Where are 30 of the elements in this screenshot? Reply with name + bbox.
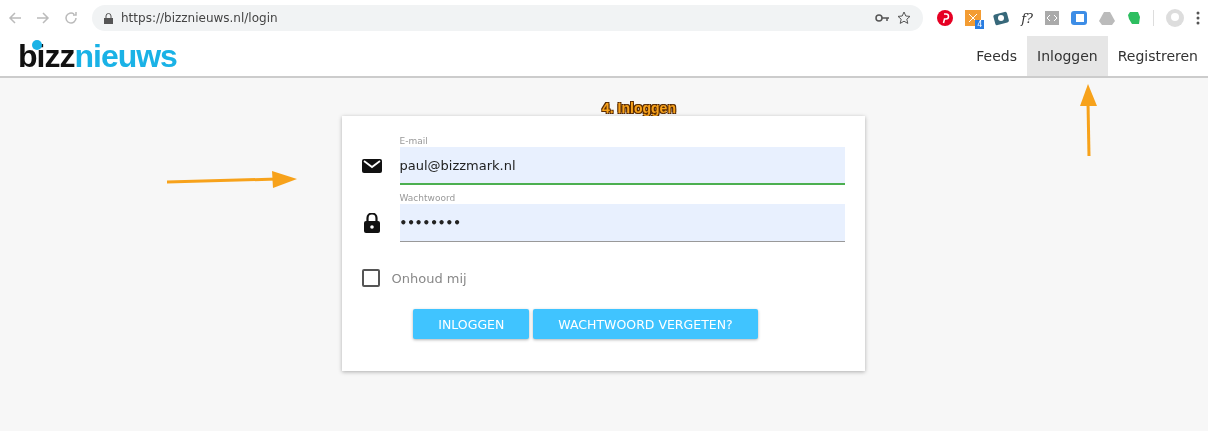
url-text: https://bizznieuws.nl/login <box>121 11 278 25</box>
mail-icon <box>361 159 382 173</box>
address-bar[interactable]: https://bizznieuws.nl/login <box>92 5 924 31</box>
panel-icon[interactable] <box>1071 11 1087 25</box>
annotation-arrow <box>1079 84 1099 156</box>
pin-icon[interactable] <box>937 10 954 26</box>
code-icon[interactable] <box>1045 11 1059 25</box>
badge-count: 4 <box>975 20 985 29</box>
reload-icon[interactable] <box>64 11 78 25</box>
nav-link[interactable]: Registreren <box>1107 36 1208 76</box>
key-icon[interactable] <box>875 13 890 23</box>
forward-icon[interactable] <box>36 11 50 25</box>
lock-icon <box>104 12 113 24</box>
lock-icon <box>363 213 380 233</box>
field-label: E-mail <box>399 136 429 147</box>
password-field[interactable]: •••••••• <box>399 204 845 242</box>
camera-icon[interactable] <box>993 10 1010 26</box>
email-field[interactable]: paul@bizzmark.nl <box>399 147 845 185</box>
extension-icon[interactable]: 4 <box>965 10 982 26</box>
nav-link[interactable]: Inloggen <box>1027 36 1108 76</box>
field-label: Wachtwoord <box>399 193 457 204</box>
extension-label[interactable]: f? <box>1021 10 1033 26</box>
site-logo[interactable]: bizznieuws <box>18 40 177 72</box>
annotation-label: 4. Inloggen <box>602 100 676 116</box>
star-icon[interactable] <box>897 11 912 25</box>
nav-link[interactable]: Feeds <box>966 36 1027 76</box>
checkbox[interactable] <box>361 269 380 287</box>
checkbox-label: Onhoud mij <box>391 270 467 286</box>
back-icon[interactable] <box>8 11 22 25</box>
menu-icon[interactable] <box>1196 11 1200 25</box>
